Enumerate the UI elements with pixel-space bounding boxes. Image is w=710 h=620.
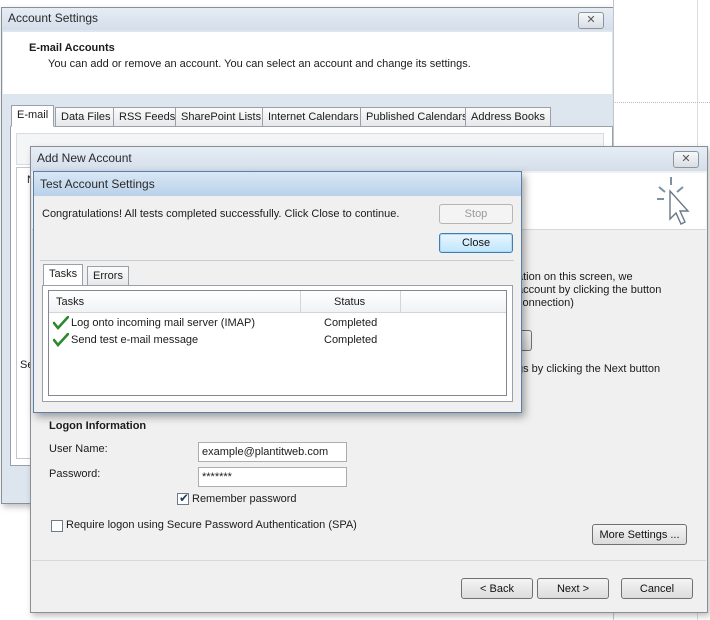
green-check-icon [53,316,69,330]
back-button[interactable]: < Back [461,578,533,599]
account-tab-published-calendars[interactable]: Published Calendars [360,107,474,127]
task-row[interactable]: Send test e-mail message Completed [49,332,504,349]
test-success-message: Congratulations! All tests completed suc… [42,208,400,220]
test-settings-titlebar: Test Account Settings [34,172,521,196]
password-field[interactable]: ******* [198,467,347,487]
add-account-title: Add New Account [37,151,132,165]
add-account-info-line-2: account by clicking the button [517,284,662,296]
logon-information-heading: Logon Information [49,420,147,432]
account-settings-header: E-mail Accounts You can add or remove an… [3,32,612,94]
remember-checkmark-icon: ✔ [179,491,190,505]
test-settings-title: Test Account Settings [40,177,155,191]
tasks-list-header [49,291,506,313]
user-name-label: User Name: [49,443,108,455]
add-account-info-line-3: connection) [517,297,574,309]
cursor-sparkle-icon [657,177,690,225]
task-status: Completed [324,317,378,329]
add-account-info-line-1: ation on this screen, we [517,271,633,283]
add-account-info-line-4: gs by clicking the Next button [517,363,661,375]
tab-tasks[interactable]: Tasks [43,264,84,286]
tasks-column-header[interactable]: Tasks [56,296,84,308]
more-settings-button[interactable]: More Settings ... [592,524,687,545]
remember-password-label: Remember password [192,493,297,505]
account-settings-close-icon[interactable]: ✕ [578,12,604,29]
account-tab-address-books[interactable]: Address Books [465,107,551,127]
remember-password-checkbox[interactable]: ✔ [177,491,190,505]
close-button[interactable]: Close [439,233,513,253]
account-settings-title: Account Settings [8,11,99,25]
task-name: Log onto incoming mail server (IMAP) [71,317,256,329]
green-check-icon [53,333,69,347]
task-row[interactable]: Log onto incoming mail server (IMAP) Comp… [49,315,504,332]
account-tab-e-mail[interactable]: E-mail [11,105,55,127]
next-button[interactable]: Next > [537,578,609,599]
account-tab-sharepoint-lists[interactable]: SharePoint Lists [175,107,268,127]
test-header-divider [40,260,514,261]
task-status: Completed [324,334,378,346]
spa-label: Require logon using Secure Password Auth… [66,519,357,531]
tasks-list: Tasks Status Log onto incoming mail serv… [48,290,507,396]
footer-divider [32,560,706,561]
email-accounts-heading: E-mail Accounts [29,42,115,54]
account-tab-rss-feeds[interactable]: RSS Feeds [113,107,182,127]
password-label: Password: [49,468,101,480]
test-account-settings-window: Test Account Settings Congratulations! A… [33,171,522,413]
spa-checkbox[interactable] [51,520,63,532]
account-tab-internet-calendars[interactable]: Internet Calendars [262,107,365,127]
email-accounts-description: You can add or remove an account. You ca… [48,58,471,70]
task-name: Send test e-mail message [71,334,199,346]
user-name-field[interactable]: example@plantitweb.com [198,442,347,462]
account-tab-data-files[interactable]: Data Files [55,107,117,127]
add-account-titlebar: Add New Account [31,147,707,171]
stop-button[interactable]: Stop [439,204,513,224]
account-settings-titlebar: Account Settings [2,8,613,30]
add-account-close-icon[interactable]: ✕ [673,151,699,168]
tab-errors[interactable]: Errors [87,266,129,286]
status-column-header[interactable]: Status [334,296,365,308]
cancel-button[interactable]: Cancel [621,578,693,599]
